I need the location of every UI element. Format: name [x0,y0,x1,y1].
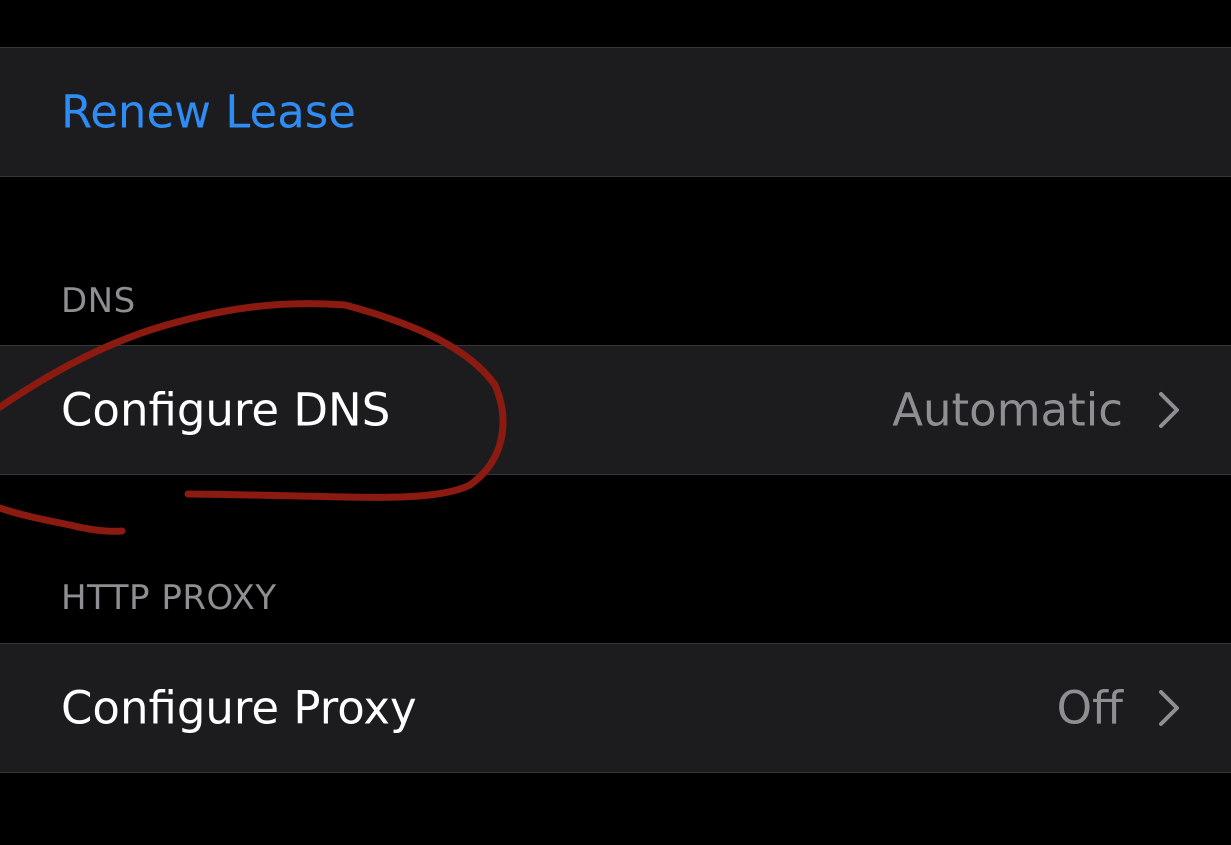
configure-proxy-row[interactable]: Configure Proxy Off [0,643,1231,773]
configure-proxy-value: Off [1056,681,1123,735]
dns-section-header: DNS [61,281,136,321]
chevron-right-icon [1159,392,1179,428]
configure-dns-row[interactable]: Configure DNS Automatic [0,345,1231,475]
renew-lease-cell[interactable]: Renew Lease [0,47,1231,177]
renew-lease-button[interactable]: Renew Lease [61,86,356,139]
configure-dns-value: Automatic [892,383,1123,437]
configure-proxy-label: Configure Proxy [61,681,417,735]
configure-dns-label: Configure DNS [61,383,391,437]
chevron-right-icon [1159,690,1179,726]
http-proxy-section-header: HTTP PROXY [61,578,277,618]
